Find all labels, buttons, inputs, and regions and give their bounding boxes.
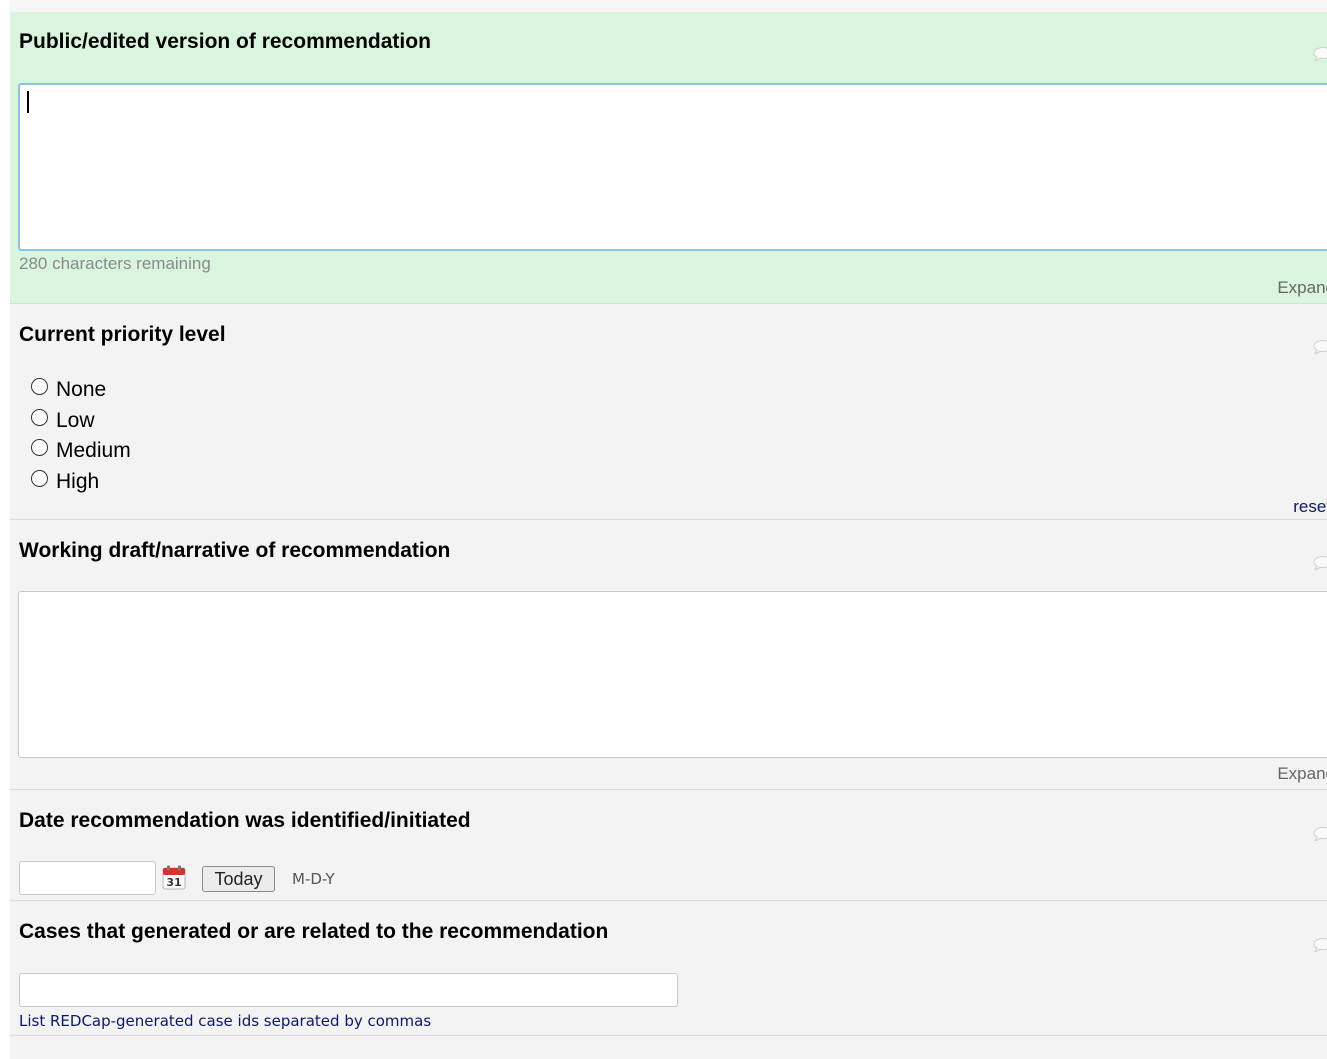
priority-option-low[interactable]: Low: [31, 408, 95, 434]
field-label: Date recommendation was identified/initi…: [19, 809, 471, 832]
date-input[interactable]: [19, 861, 156, 895]
date-format-hint: M-D-Y: [292, 870, 335, 888]
field-working-draft: Working draft/narrative of recommendatio…: [10, 520, 1327, 790]
radio-button[interactable]: [31, 377, 48, 395]
calendar-icon-text: 31: [166, 876, 181, 889]
comment-icon[interactable]: [1313, 340, 1327, 354]
comment-icon[interactable]: [1313, 938, 1327, 952]
characters-remaining: 280 characters remaining: [19, 254, 211, 273]
field-label: Working draft/narrative of recommendatio…: [19, 539, 451, 562]
expand-link[interactable]: Expand: [1277, 764, 1327, 784]
option-label: Low: [56, 409, 95, 432]
priority-option-high[interactable]: High: [31, 469, 99, 495]
priority-option-none[interactable]: None: [31, 377, 106, 403]
today-button[interactable]: Today: [202, 866, 275, 892]
priority-option-medium[interactable]: Medium: [31, 438, 131, 464]
field-priority: Current priority level None Low Medium H…: [10, 304, 1327, 520]
radio-button[interactable]: [31, 469, 48, 487]
public-version-textarea[interactable]: [18, 83, 1327, 251]
field-label: Current priority level: [19, 323, 226, 346]
comment-icon[interactable]: [1313, 47, 1327, 61]
option-label: Medium: [56, 439, 131, 462]
reset-link[interactable]: reset: [1293, 497, 1327, 517]
field-label: Public/edited version of recommendation: [19, 30, 431, 53]
text-caret: [27, 91, 29, 113]
working-draft-textarea[interactable]: [18, 591, 1327, 758]
field-label: Cases that generated or are related to t…: [19, 920, 609, 943]
expand-link[interactable]: Expand: [1277, 278, 1327, 298]
radio-button[interactable]: [31, 408, 48, 426]
field-note: List REDCap-generated case ids separated…: [19, 1012, 432, 1030]
radio-button[interactable]: [31, 438, 48, 456]
calendar-icon[interactable]: 31: [162, 865, 186, 890]
comment-icon[interactable]: [1313, 827, 1327, 841]
field-date-identified: Date recommendation was identified/initi…: [10, 790, 1327, 901]
field-related-cases: Cases that generated or are related to t…: [10, 901, 1327, 1036]
option-label: None: [56, 378, 107, 401]
option-label: High: [56, 470, 100, 493]
next-field-row: [10, 1036, 1327, 1059]
comment-icon[interactable]: [1313, 556, 1327, 570]
field-public-version: Public/edited version of recommendation …: [10, 12, 1327, 304]
related-cases-input[interactable]: [19, 973, 678, 1007]
